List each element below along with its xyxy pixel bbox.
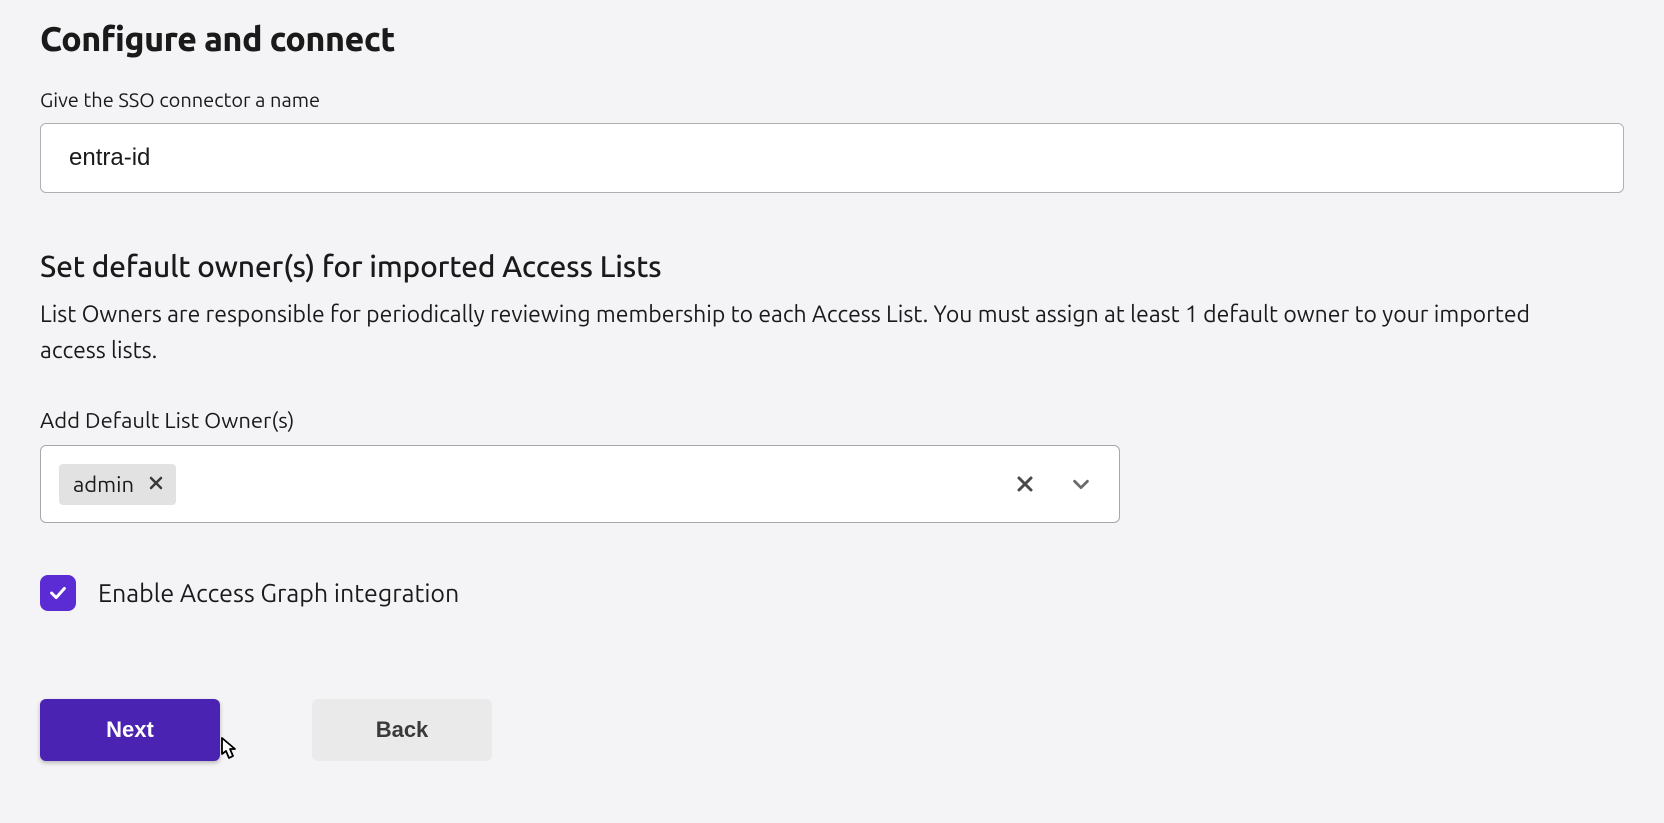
connector-name-input[interactable] [40,123,1624,193]
owner-tag-label: admin [73,472,134,497]
owners-field-label: Add Default List Owner(s) [40,408,1624,433]
next-button[interactable]: Next [40,699,220,761]
owners-description: List Owners are responsible for periodic… [40,297,1592,368]
back-button[interactable]: Back [312,699,492,761]
multiselect-clear-icon[interactable] [1013,472,1037,496]
owners-multiselect[interactable]: admin [40,445,1120,523]
owners-heading: Set default owner(s) for imported Access… [40,249,1624,283]
access-graph-checkbox[interactable] [40,575,76,611]
chevron-down-icon[interactable] [1069,472,1093,496]
owner-tag-remove-icon[interactable] [148,473,164,495]
connector-name-label: Give the SSO connector a name [40,88,1624,111]
owner-tag: admin [59,464,176,505]
access-graph-label: Enable Access Graph integration [98,579,459,607]
page-title: Configure and connect [40,20,1624,58]
